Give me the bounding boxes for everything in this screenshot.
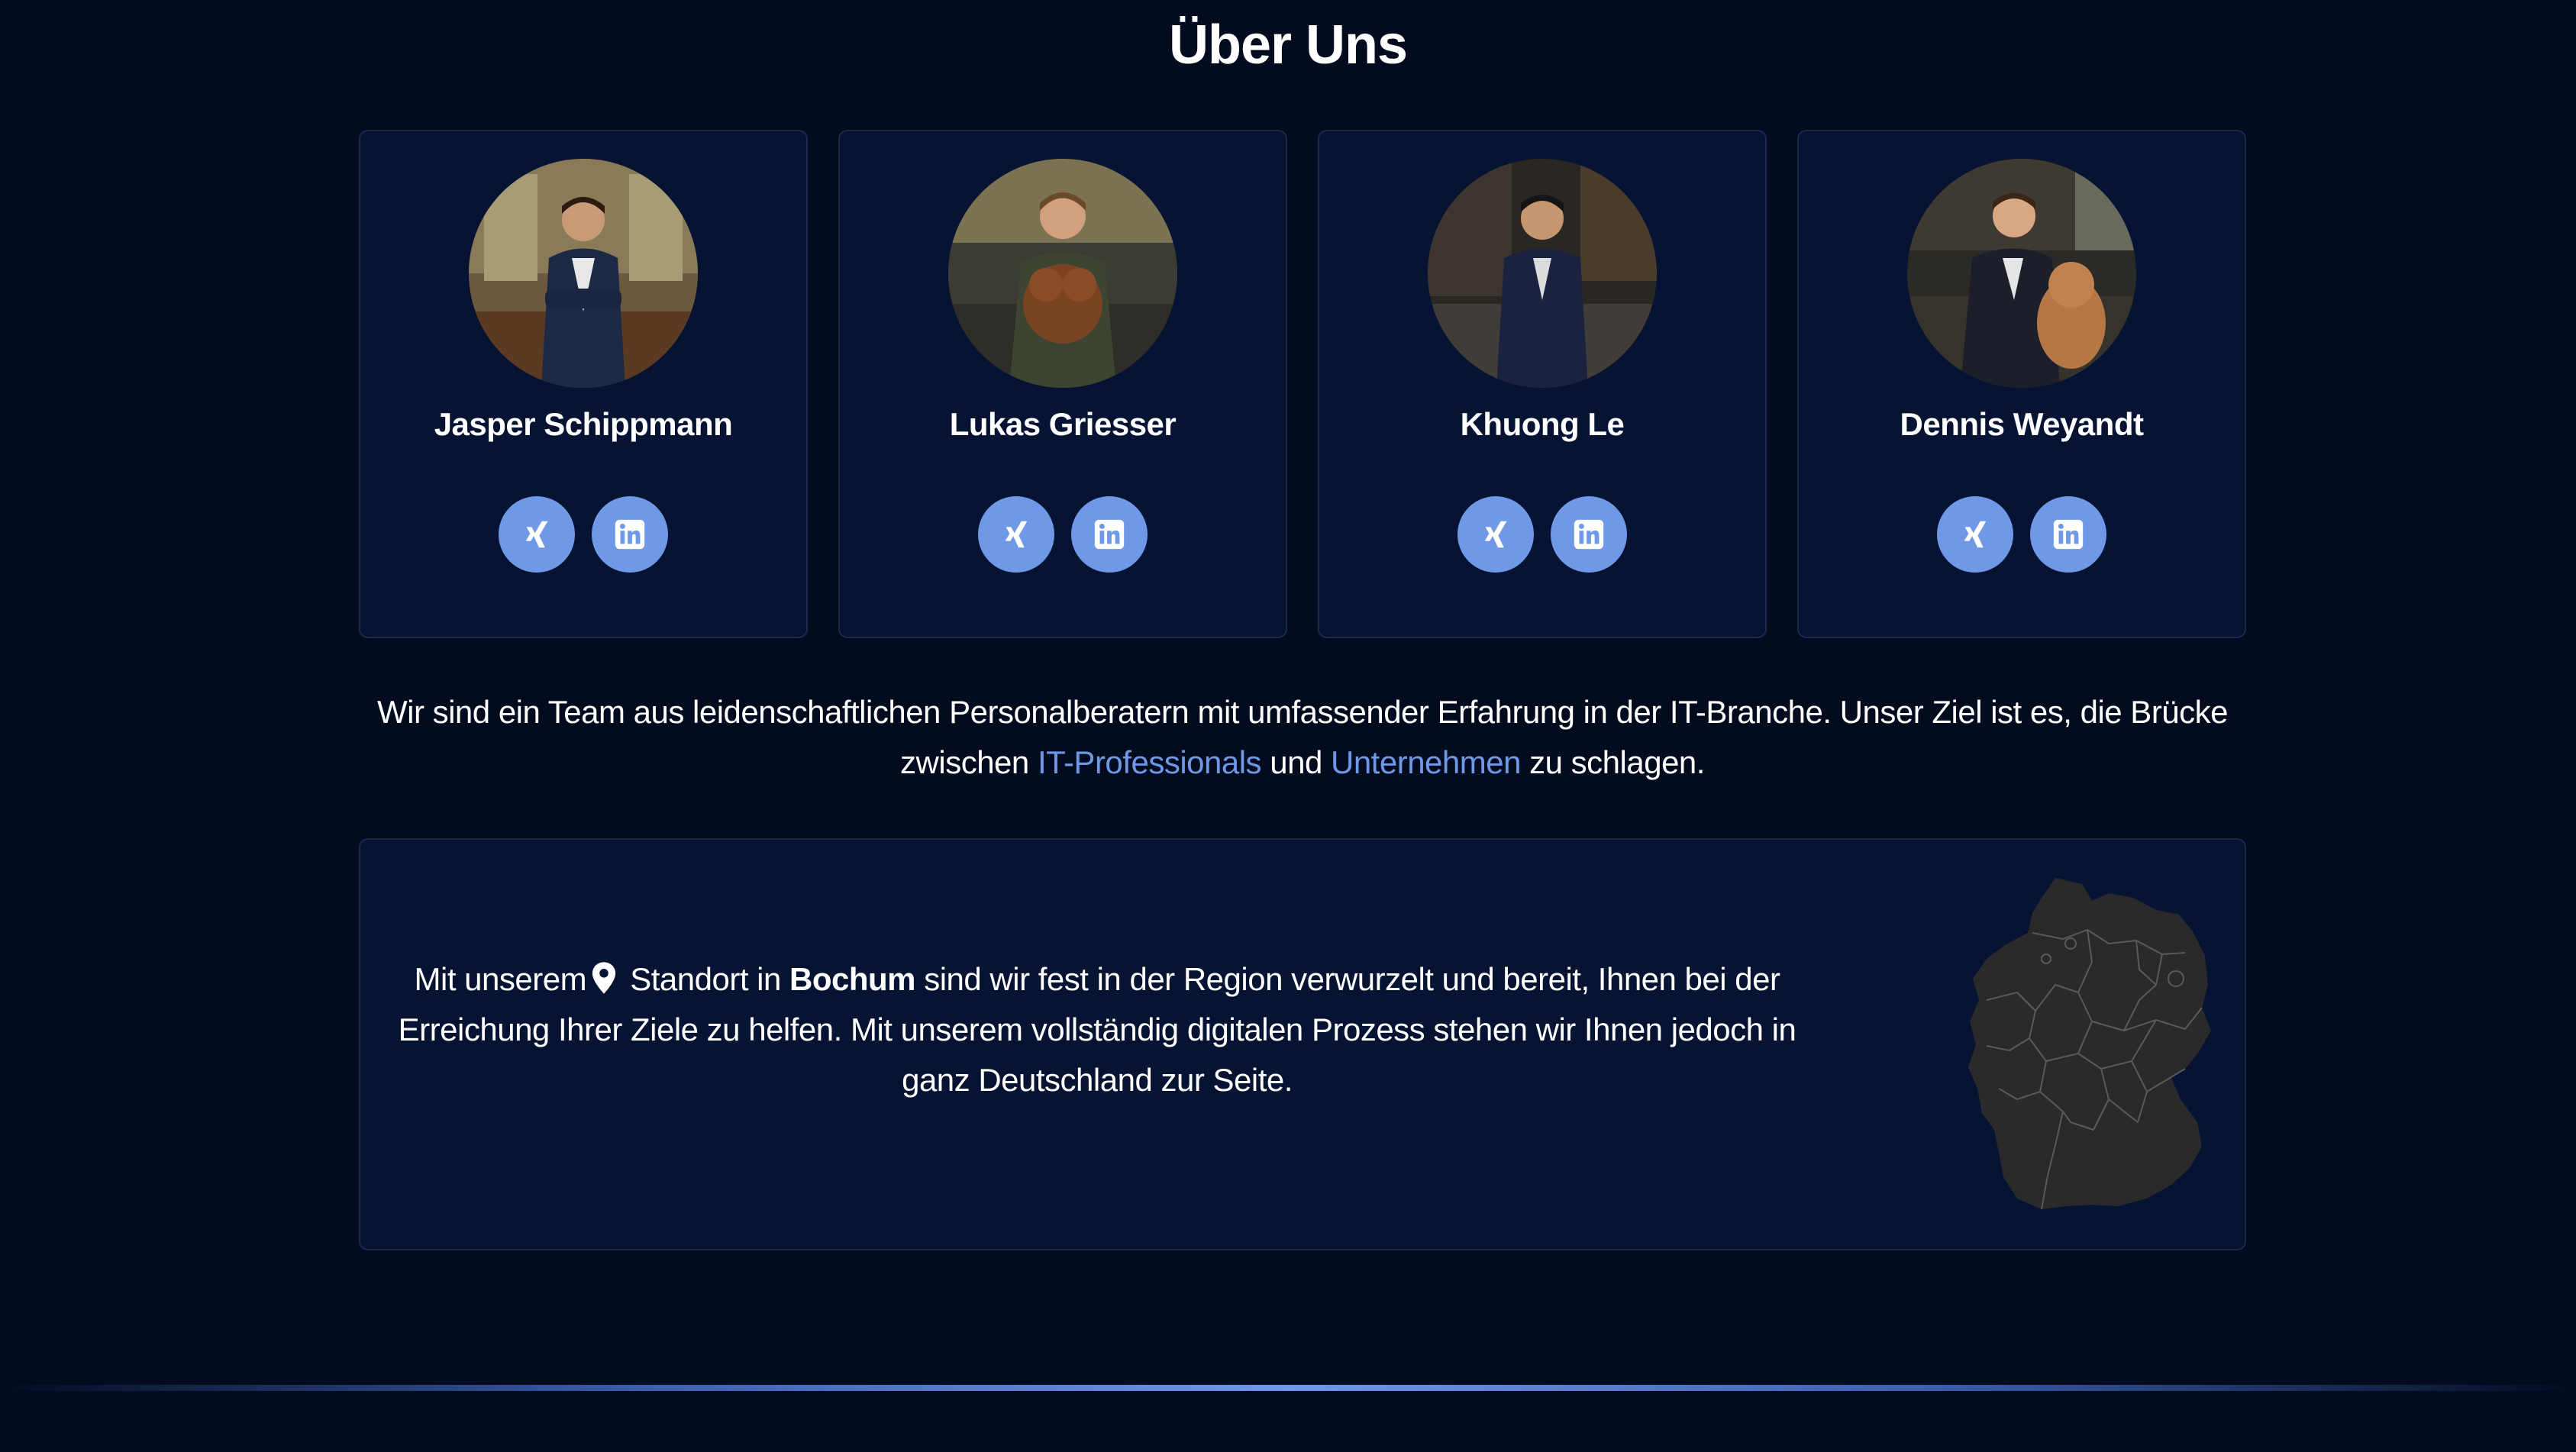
footer-divider — [0, 1385, 2576, 1391]
linkedin-icon — [2053, 519, 2084, 550]
map-pin-icon — [592, 962, 616, 994]
xing-button[interactable] — [978, 496, 1054, 573]
section-title: Über Uns — [1168, 15, 1408, 76]
location-text-standort: Standort in — [621, 961, 790, 997]
intro-text: Wir sind ein Team aus leidenschaftlichen… — [359, 687, 2246, 788]
xing-button[interactable] — [499, 496, 575, 573]
linkedin-button[interactable] — [1071, 496, 1148, 573]
intro-text-after: zu schlagen. — [1520, 744, 1705, 780]
social-links — [499, 496, 668, 573]
team-card: Khuong Le — [1318, 130, 1767, 638]
linkedin-button[interactable] — [592, 496, 668, 573]
xing-button[interactable] — [1457, 496, 1534, 573]
member-name: Lukas Griesser — [949, 406, 1177, 442]
location-text: Mit unserem Standort in Bochum sind wir … — [391, 954, 1803, 1105]
member-name: Jasper Schippmann — [434, 406, 733, 442]
location-card: Mit unserem Standort in Bochum sind wir … — [359, 838, 2246, 1250]
linkedin-icon — [1094, 519, 1125, 550]
location-text-before: Mit unserem — [414, 961, 587, 997]
member-name: Khuong Le — [1460, 406, 1625, 442]
team-grid: Jasper Schippmann Lukas Griesser Khuong … — [359, 130, 2246, 638]
linkedin-icon — [615, 519, 645, 550]
xing-icon — [1005, 521, 1028, 548]
it-professionals-link[interactable]: IT-Professionals — [1038, 744, 1262, 780]
avatar — [948, 159, 1177, 388]
member-name: Dennis Weyandt — [1900, 406, 2144, 442]
xing-button[interactable] — [1937, 496, 2013, 573]
unternehmen-link[interactable]: Unternehmen — [1331, 744, 1521, 780]
about-page: Über Uns Jasper Schippmann Lukas Griesse… — [0, 0, 2576, 1452]
team-card: Lukas Griesser — [838, 130, 1287, 638]
xing-icon — [1484, 521, 1507, 548]
portrait-photo — [1428, 159, 1657, 388]
intro-text-middle: und — [1261, 744, 1331, 780]
linkedin-button[interactable] — [1551, 496, 1627, 573]
portrait-photo — [469, 159, 698, 388]
portrait-photo — [948, 159, 1177, 388]
social-links — [978, 496, 1148, 573]
team-card: Dennis Weyandt — [1797, 130, 2246, 638]
germany-map — [1968, 878, 2211, 1210]
xing-icon — [525, 521, 548, 548]
avatar — [1907, 159, 2136, 388]
linkedin-icon — [1574, 519, 1604, 550]
avatar — [1428, 159, 1657, 388]
location-city: Bochum — [789, 961, 916, 997]
portrait-photo — [1907, 159, 2136, 388]
avatar — [469, 159, 698, 388]
linkedin-button[interactable] — [2030, 496, 2106, 573]
social-links — [1457, 496, 1627, 573]
xing-icon — [1964, 521, 1987, 548]
team-card: Jasper Schippmann — [359, 130, 808, 638]
social-links — [1937, 496, 2106, 573]
